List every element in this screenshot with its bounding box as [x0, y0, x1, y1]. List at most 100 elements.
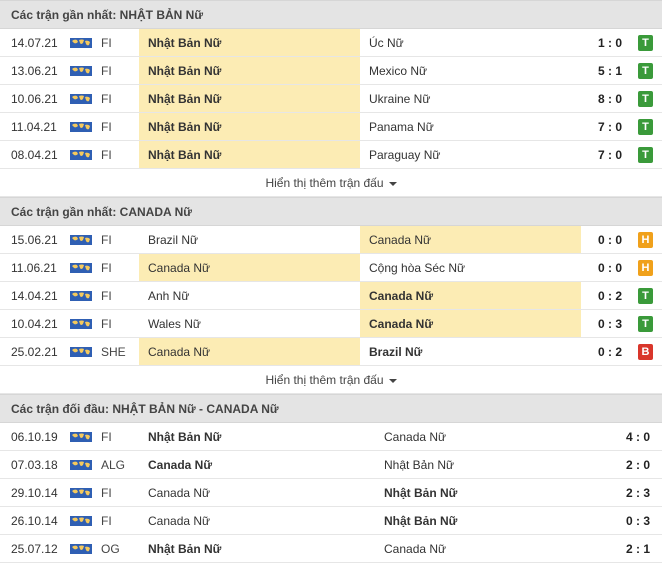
home-team[interactable]: Canada Nữ [139, 479, 374, 506]
away-team[interactable]: Canada Nữ [375, 535, 610, 562]
away-team[interactable]: Nhật Bản Nữ [375, 479, 610, 506]
match-row[interactable]: 14.07.21 FI Nhật Bản Nữ Úc Nữ 1 : 0T [0, 29, 662, 57]
caret-down-icon [388, 181, 397, 186]
show-more-row: Hiển thị thêm trận đấu [0, 169, 662, 197]
world-map-flag-icon [70, 319, 92, 329]
match-row[interactable]: 25.02.21 SHE Canada Nữ Brazil Nữ 0 : 2B [0, 338, 662, 366]
show-more-link[interactable]: Hiển thị thêm trận đấu [265, 176, 383, 190]
away-team[interactable]: Nhật Bản Nữ [375, 451, 610, 478]
home-team[interactable]: Canada Nữ [139, 507, 374, 534]
home-team[interactable]: Canada Nữ [139, 254, 360, 281]
home-team[interactable]: Anh Nữ [139, 282, 360, 309]
result-badge: T [638, 147, 653, 163]
match-score[interactable]: 0 : 3 [610, 507, 650, 534]
league-code: FI [101, 36, 112, 50]
result-badge: T [638, 91, 653, 107]
match-score[interactable]: 0 : 0 [585, 254, 635, 281]
result-badge: H [638, 232, 653, 248]
match-score[interactable]: 1 : 0 [585, 29, 635, 56]
away-team[interactable]: Brazil Nữ [360, 338, 581, 365]
match-score[interactable]: 2 : 0 [610, 451, 650, 478]
away-team[interactable]: Cộng hòa Séc Nữ [360, 254, 581, 281]
match-score[interactable]: 4 : 0 [610, 423, 650, 450]
match-row[interactable]: 08.04.21 FI Nhật Bản Nữ Paraguay Nữ 7 : 0T [0, 141, 662, 169]
world-map-flag-icon [70, 291, 92, 301]
home-team[interactable]: Nhật Bản Nữ [139, 423, 374, 450]
world-map-flag-icon [70, 460, 92, 470]
home-team[interactable]: Nhật Bản Nữ [139, 85, 360, 112]
match-date: 14.07.21 [11, 36, 58, 50]
match-section: Các trận gần nhất: NHẬT BẢN Nữ 14.07.21 F… [0, 0, 662, 197]
match-score[interactable]: 2 : 1 [610, 535, 650, 562]
league-code: FI [101, 64, 112, 78]
result-badge: T [638, 316, 653, 332]
away-team[interactable]: Nhật Bản Nữ [375, 507, 610, 534]
match-score[interactable]: 0 : 2 [585, 282, 635, 309]
away-team[interactable]: Canada Nữ [360, 282, 581, 309]
match-date: 13.06.21 [11, 64, 58, 78]
league-code: FI [101, 120, 112, 134]
away-team[interactable]: Mexico Nữ [360, 57, 581, 84]
league-code: FI [101, 289, 112, 303]
league-code: SHE [101, 345, 126, 359]
match-date: 11.06.21 [11, 261, 57, 275]
match-score[interactable]: 0 : 0 [585, 226, 635, 253]
match-score[interactable]: 7 : 0 [585, 113, 635, 140]
home-team[interactable]: Wales Nữ [139, 310, 360, 337]
league-code: FI [101, 317, 112, 331]
match-row[interactable]: 06.10.19 FI Nhật Bản Nữ Canada Nữ 4 : 0 [0, 423, 662, 451]
match-date: 08.04.21 [11, 148, 58, 162]
home-team[interactable]: Nhật Bản Nữ [139, 29, 360, 56]
match-row[interactable]: 14.04.21 FI Anh Nữ Canada Nữ 0 : 2T [0, 282, 662, 310]
match-section: Các trận đối đầu: NHẬT BẢN Nữ - CANADA N… [0, 394, 662, 563]
match-score[interactable]: 7 : 0 [585, 141, 635, 168]
match-score[interactable]: 5 : 1 [585, 57, 635, 84]
match-date: 25.07.12 [11, 542, 58, 556]
home-team[interactable]: Nhật Bản Nữ [139, 57, 360, 84]
match-row[interactable]: 07.03.18 ALG Canada Nữ Nhật Bản Nữ 2 : 0 [0, 451, 662, 479]
section-title: Các trận gần nhất: NHẬT BẢN Nữ [0, 0, 662, 29]
result-badge: T [638, 288, 653, 304]
match-score[interactable]: 0 : 2 [585, 338, 635, 365]
show-more-row: Hiển thị thêm trận đấu [0, 366, 662, 394]
world-map-flag-icon [70, 235, 92, 245]
match-row[interactable]: 26.10.14 FI Canada Nữ Nhật Bản Nữ 0 : 3 [0, 507, 662, 535]
world-map-flag-icon [70, 38, 92, 48]
home-team[interactable]: Canada Nữ [139, 338, 360, 365]
home-team[interactable]: Nhật Bản Nữ [139, 141, 360, 168]
match-row[interactable]: 11.06.21 FI Canada Nữ Cộng hòa Séc Nữ 0 : 0… [0, 254, 662, 282]
result-badge: H [638, 260, 653, 276]
show-more-link[interactable]: Hiển thị thêm trận đấu [265, 373, 383, 387]
world-map-flag-icon [70, 347, 92, 357]
result-badge: B [638, 344, 653, 360]
away-team[interactable]: Canada Nữ [360, 310, 581, 337]
match-date: 10.06.21 [11, 92, 58, 106]
match-date: 29.10.14 [11, 486, 58, 500]
match-row[interactable]: 25.07.12 OG Nhật Bản Nữ Canada Nữ 2 : 1 [0, 535, 662, 563]
match-row[interactable]: 11.04.21 FI Nhật Bản Nữ Panama Nữ 7 : 0T [0, 113, 662, 141]
match-row[interactable]: 10.06.21 FI Nhật Bản Nữ Ukraine Nữ 8 : 0T [0, 85, 662, 113]
home-team[interactable]: Brazil Nữ [139, 226, 360, 253]
world-map-flag-icon [70, 66, 92, 76]
match-row[interactable]: 13.06.21 FI Nhật Bản Nữ Mexico Nữ 5 : 1T [0, 57, 662, 85]
away-team[interactable]: Canada Nữ [375, 423, 610, 450]
result-badge: T [638, 35, 653, 51]
away-team[interactable]: Canada Nữ [360, 226, 581, 253]
match-date: 07.03.18 [11, 458, 58, 472]
world-map-flag-icon [70, 488, 92, 498]
home-team[interactable]: Nhật Bản Nữ [139, 535, 374, 562]
match-date: 25.02.21 [11, 345, 58, 359]
away-team[interactable]: Panama Nữ [360, 113, 581, 140]
match-score[interactable]: 0 : 3 [585, 310, 635, 337]
away-team[interactable]: Paraguay Nữ [360, 141, 581, 168]
match-row[interactable]: 29.10.14 FI Canada Nữ Nhật Bản Nữ 2 : 3 [0, 479, 662, 507]
match-row[interactable]: 10.04.21 FI Wales Nữ Canada Nữ 0 : 3T [0, 310, 662, 338]
match-row[interactable]: 15.06.21 FI Brazil Nữ Canada Nữ 0 : 0H [0, 226, 662, 254]
home-team[interactable]: Nhật Bản Nữ [139, 113, 360, 140]
away-team[interactable]: Úc Nữ [360, 29, 581, 56]
away-team[interactable]: Ukraine Nữ [360, 85, 581, 112]
home-team[interactable]: Canada Nữ [139, 451, 374, 478]
match-score[interactable]: 2 : 3 [610, 479, 650, 506]
match-score[interactable]: 8 : 0 [585, 85, 635, 112]
world-map-flag-icon [70, 122, 92, 132]
